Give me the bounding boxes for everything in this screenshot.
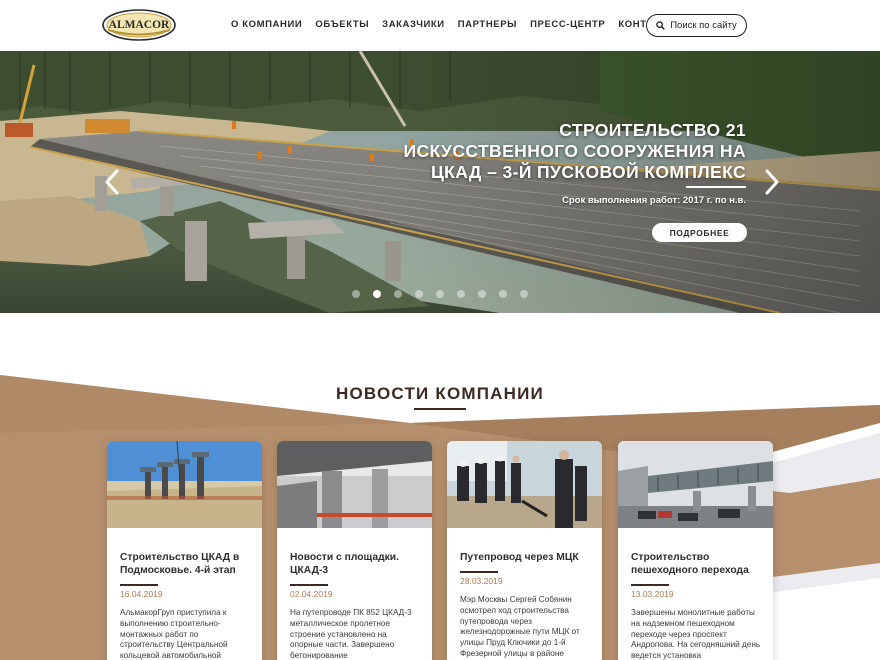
news-photo — [618, 441, 773, 528]
slider-dot[interactable] — [457, 290, 465, 298]
hero-title: СТРОИТЕЛЬСТВО 21 ИСКУССТВЕННОГО СООРУЖЕН… — [403, 120, 746, 182]
news-card-excerpt: Мэр Москвы Сергей Собянин осмотрел ход с… — [460, 595, 580, 658]
slider-dot[interactable] — [478, 290, 486, 298]
chevron-right-icon[interactable] — [764, 169, 780, 195]
slider-dot-active[interactable] — [373, 290, 381, 298]
slider-dot[interactable] — [520, 290, 528, 298]
news-card[interactable]: Путепровод через МЦК 28.03.2019 Мэр Моск… — [447, 441, 602, 660]
news-card[interactable]: Новости с площадки. ЦКАД-3 02.04.2019 На… — [277, 441, 432, 660]
hero-subtitle: Срок выполнения работ: 2017 г. по н.в. — [561, 195, 746, 206]
news-card[interactable]: Строительство ЦКАД в Подмосковье. 4-й эт… — [107, 441, 262, 660]
slider-dot[interactable] — [436, 290, 444, 298]
news-card-excerpt: АльмакорГруп приступила к выполнению стр… — [120, 608, 228, 660]
nav-item-press-center[interactable]: ПРЕСС-ЦЕНТР — [530, 19, 605, 30]
news-card-date: 28.03.2019 — [460, 576, 503, 586]
news-title-underline — [414, 408, 466, 410]
chevron-left-icon[interactable] — [104, 169, 120, 195]
search-button[interactable]: Поиск по сайту — [646, 14, 747, 37]
news-card-title[interactable]: Новости с площадки. ЦКАД-3 — [290, 551, 425, 577]
slider-dot[interactable] — [415, 290, 423, 298]
news-photo — [447, 441, 602, 528]
news-section-title: НОВОСТИ КОМПАНИИ — [336, 384, 544, 403]
news-card-excerpt: На путепроводе ПК 852 ЦКАД-3 металлическ… — [290, 608, 412, 660]
hero-more-button[interactable]: ПОДРОБНЕЕ — [652, 223, 747, 242]
slider-dots — [352, 290, 528, 298]
news-photo — [107, 441, 262, 528]
main-nav: О КОМПАНИИ ОБЪЕКТЫ ЗАКАЗЧИКИ ПАРТНЕРЫ ПР… — [231, 19, 689, 30]
news-photo — [277, 441, 432, 528]
svg-text:ALMACOR: ALMACOR — [109, 19, 170, 31]
nav-item-partners[interactable]: ПАРТНЕРЫ — [458, 19, 517, 30]
slider-dot[interactable] — [352, 290, 360, 298]
news-card-date: 02.04.2019 — [290, 589, 333, 599]
news-card-divider — [120, 584, 158, 586]
hero-slider: СТРОИТЕЛЬСТВО 21 ИСКУССТВЕННОГО СООРУЖЕН… — [0, 51, 880, 313]
news-card-divider — [290, 584, 328, 586]
nav-item-about[interactable]: О КОМПАНИИ — [231, 19, 302, 30]
slider-dot[interactable] — [499, 290, 507, 298]
news-card-title[interactable]: Путепровод через МЦК — [460, 551, 595, 564]
news-card-date: 16.04.2019 — [120, 589, 163, 599]
news-card-excerpt: Завершены монолитные работы на надземном… — [631, 608, 761, 660]
news-card-date: 13.03.2019 — [631, 589, 674, 599]
search-button-label: Поиск по сайту — [670, 20, 737, 31]
news-card-divider — [460, 571, 498, 573]
site-header: ALMACOR О КОМПАНИИ ОБЪЕКТЫ ЗАКАЗЧИКИ ПАР… — [0, 0, 880, 51]
news-card-title[interactable]: Строительство ЦКАД в Подмосковье. 4-й эт… — [120, 551, 255, 577]
news-card-title[interactable]: Строительство пешеходного перехода — [631, 551, 766, 577]
news-card[interactable]: Строительство пешеходного перехода 13.03… — [618, 441, 773, 660]
almacor-logo[interactable]: ALMACOR — [102, 9, 176, 41]
search-icon — [656, 21, 666, 30]
hero-title-underline — [686, 186, 746, 188]
nav-item-customers[interactable]: ЗАКАЗЧИКИ — [382, 19, 445, 30]
news-card-divider — [631, 584, 669, 586]
slider-dot[interactable] — [394, 290, 402, 298]
nav-item-objects[interactable]: ОБЪЕКТЫ — [315, 19, 369, 30]
